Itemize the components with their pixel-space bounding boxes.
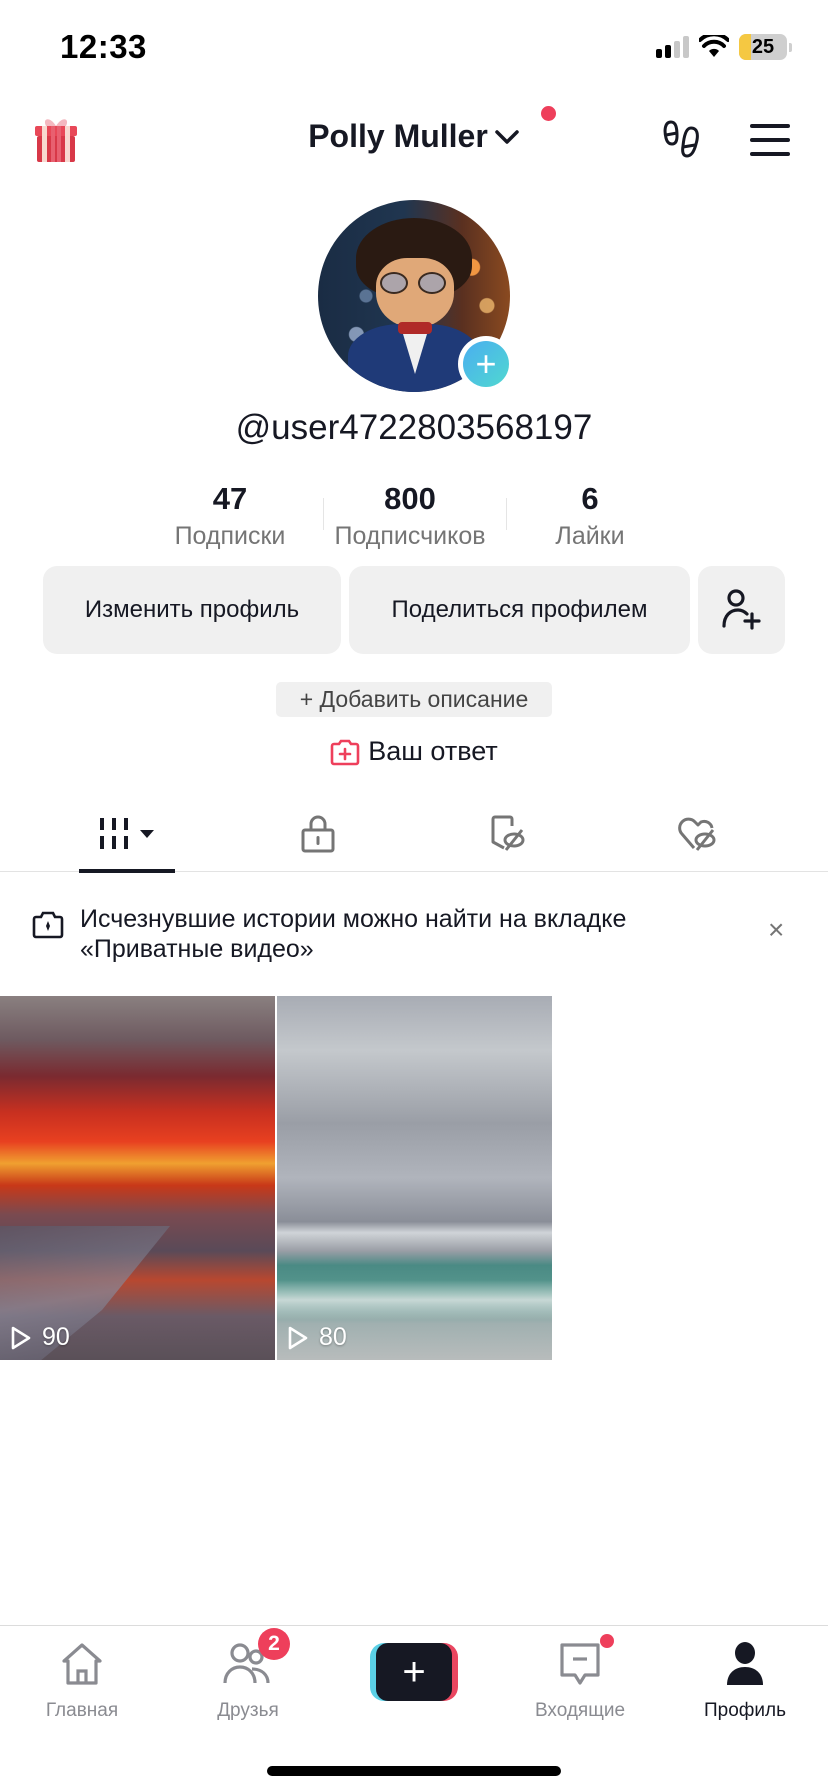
inbox-icon — [560, 1643, 600, 1685]
video-grid: 90 80 — [0, 996, 828, 1360]
profile-stats: 47 Подписки 800 Подписчиков 6 Лайки — [140, 478, 680, 558]
battery-tip — [789, 42, 792, 52]
story-camera-icon — [32, 911, 64, 939]
nav-label: Главная — [45, 1700, 119, 1721]
tab-private[interactable] — [223, 796, 413, 872]
nav-label: Профиль — [703, 1700, 787, 1721]
footprint-icon[interactable] — [662, 118, 704, 160]
add-user-icon — [721, 589, 761, 630]
status-indicators: 25 — [656, 34, 792, 60]
edit-profile-button[interactable]: Изменить профиль — [43, 566, 341, 654]
add-story-icon — [330, 739, 360, 765]
create-button[interactable]: + — [370, 1643, 458, 1701]
wifi-icon — [699, 35, 729, 57]
content-tabs — [0, 796, 828, 873]
add-friend-button[interactable] — [698, 566, 785, 654]
your-answer-link[interactable]: Ваш ответ — [0, 736, 828, 767]
stat-value: 47 — [212, 481, 248, 516]
stat-value: 800 — [384, 481, 436, 516]
home-indicator[interactable] — [267, 1766, 561, 1776]
username: @user4722803568197 — [235, 408, 593, 447]
profile-actions: Изменить профиль Поделиться профилем — [43, 566, 785, 654]
stat-followers[interactable]: 800 Подписчиков — [320, 478, 500, 558]
view-count: 90 — [10, 1323, 70, 1352]
play-icon — [11, 1326, 31, 1349]
battery-level: 25 — [751, 35, 775, 58]
menu-icon[interactable] — [750, 124, 790, 156]
stat-label: Подписчиков — [334, 522, 486, 550]
nav-label: Друзья — [217, 1700, 279, 1721]
nav-label: Входящие — [534, 1700, 626, 1721]
stat-value: 6 — [581, 481, 599, 516]
stat-following[interactable]: 47 Подписки — [140, 478, 320, 558]
status-time: 12:33 — [60, 28, 147, 65]
friends-badge: 2 — [258, 1628, 290, 1660]
divider — [506, 498, 507, 530]
account-name: Polly Muller — [308, 118, 488, 154]
video-thumbnail[interactable]: 90 — [0, 996, 275, 1360]
nav-friends[interactable]: 2 Друзья — [178, 1628, 318, 1722]
tab-liked[interactable] — [603, 796, 793, 872]
inbox-notification-dot — [600, 1634, 614, 1648]
notification-dot — [541, 106, 556, 121]
tab-favorites[interactable] — [413, 796, 603, 872]
view-count-value: 80 — [319, 1323, 347, 1351]
battery-icon: 25 — [739, 34, 787, 60]
grid-icon — [100, 818, 154, 849]
video-thumbnail[interactable]: 80 — [277, 996, 552, 1360]
info-banner: Исчезнувшие истории можно найти на вклад… — [0, 904, 828, 974]
plus-icon: + — [463, 341, 509, 387]
view-count: 80 — [287, 1323, 347, 1352]
profile-header: Polly Muller — [0, 100, 828, 180]
close-icon[interactable]: × — [768, 916, 784, 944]
view-count-value: 90 — [42, 1323, 70, 1351]
tab-videos[interactable] — [33, 796, 223, 873]
play-icon — [288, 1326, 308, 1349]
divider — [323, 498, 324, 530]
stat-likes[interactable]: 6 Лайки — [500, 478, 680, 558]
home-icon — [62, 1643, 102, 1685]
stat-label: Подписки — [174, 522, 286, 550]
chevron-down-icon — [495, 129, 519, 144]
share-profile-button[interactable]: Поделиться профилем — [349, 566, 690, 654]
status-bar: 12:33 25 — [0, 0, 828, 100]
lock-icon — [301, 815, 335, 853]
nav-inbox[interactable]: Входящие — [510, 1634, 650, 1722]
your-answer-label: Ваш ответ — [368, 736, 498, 766]
bookmark-hidden-icon — [491, 815, 525, 851]
info-banner-text: Исчезнувшие истории можно найти на вклад… — [80, 905, 627, 963]
avatar-container: + — [318, 200, 514, 392]
signal-icon — [656, 36, 689, 58]
add-description-button[interactable]: + Добавить описание — [276, 682, 552, 717]
create-icon: + — [376, 1643, 452, 1701]
profile-icon — [727, 1642, 763, 1685]
nav-home[interactable]: Главная — [12, 1638, 152, 1722]
nav-profile[interactable]: Профиль — [675, 1638, 815, 1722]
avatar-add-button[interactable]: + — [458, 336, 514, 392]
heart-hidden-icon — [678, 817, 716, 851]
stat-label: Лайки — [555, 522, 625, 550]
